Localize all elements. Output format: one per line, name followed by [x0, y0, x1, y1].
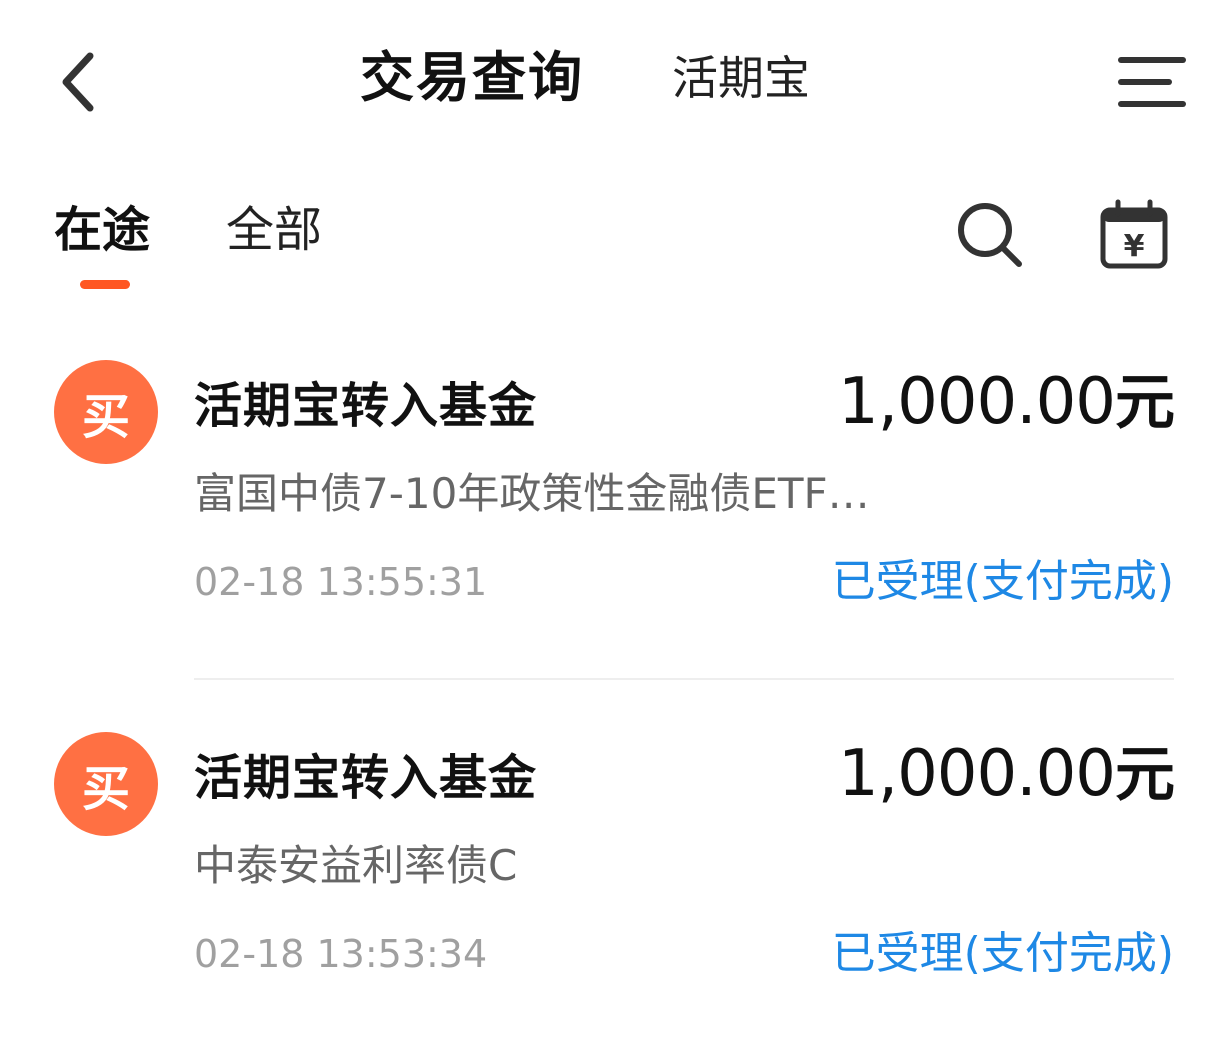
- amount-unit: 元: [1115, 368, 1175, 438]
- fund-name: 中泰安益利率债C: [194, 841, 518, 890]
- transaction-time: 02-18 13:55:31: [194, 560, 488, 604]
- amount-value: 1,000.00: [838, 365, 1116, 439]
- calendar-button[interactable]: ¥: [1092, 194, 1176, 274]
- tab-in-transit[interactable]: 在途: [54, 198, 150, 262]
- transaction-status: 已受理(支付完成): [831, 928, 1174, 979]
- transaction-title: 活期宝转入基金: [194, 378, 538, 434]
- transaction-status: 已受理(支付完成): [831, 556, 1174, 607]
- menu-icon: [1118, 57, 1186, 107]
- search-button[interactable]: [948, 196, 1030, 272]
- list-divider: [194, 678, 1174, 680]
- transaction-amount: 1,000.00元: [838, 734, 1175, 814]
- tab-all[interactable]: 全部: [226, 198, 322, 262]
- active-tab-indicator: [80, 280, 130, 289]
- page-title: 交易查询: [360, 46, 584, 109]
- buy-badge: 买: [54, 360, 158, 464]
- transaction-item[interactable]: 买 活期宝转入基金 1,000.00元 富国中债7-10年政策性金融债ETF… …: [0, 340, 1228, 680]
- amount-value: 1,000.00: [838, 737, 1116, 811]
- transaction-item[interactable]: 买 活期宝转入基金 1,000.00元 中泰安益利率债C 02-18 13:53…: [0, 712, 1228, 1052]
- buy-badge: 买: [54, 732, 158, 836]
- transaction-time: 02-18 13:53:34: [194, 932, 488, 976]
- calendar-yen-icon: ¥: [1100, 199, 1168, 269]
- chevron-left-icon: [62, 52, 94, 112]
- amount-unit: 元: [1115, 740, 1175, 810]
- transaction-title: 活期宝转入基金: [194, 750, 538, 806]
- transaction-amount: 1,000.00元: [838, 362, 1175, 442]
- fund-name: 富国中债7-10年政策性金融债ETF…: [194, 469, 870, 518]
- svg-text:¥: ¥: [1124, 229, 1145, 264]
- search-icon: [958, 203, 1022, 267]
- menu-button[interactable]: [1110, 44, 1194, 120]
- product-subtitle[interactable]: 活期宝: [672, 44, 810, 112]
- back-button[interactable]: [40, 40, 116, 124]
